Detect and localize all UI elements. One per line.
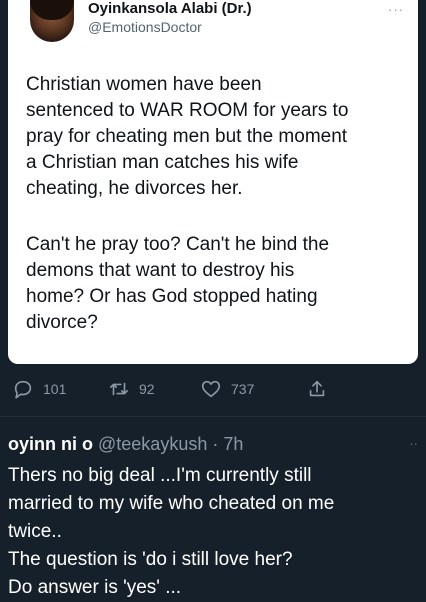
more-options-icon[interactable]: ··· xyxy=(388,2,404,17)
like-count: 737 xyxy=(231,381,255,397)
divider xyxy=(0,416,426,417)
reply-timestamp[interactable]: · 7h xyxy=(212,434,243,454)
retweet-icon xyxy=(109,382,129,396)
reply-icon xyxy=(14,380,32,399)
reply-text: Thers no big deal ...I'm currently still… xyxy=(8,465,335,598)
quoted-tweet-card[interactable]: Oyinkansola Alabi (Dr.) @EmotionsDoctor … xyxy=(8,0,418,364)
share-button[interactable] xyxy=(306,378,328,400)
reply-header: oyinn ni o @teekaykush · 7h xyxy=(8,434,243,455)
author-avatar[interactable] xyxy=(30,0,74,42)
reply-author-handle[interactable]: @teekaykush xyxy=(98,434,207,454)
reply-more-options-icon[interactable]: ·· xyxy=(409,436,418,451)
share-icon xyxy=(309,380,325,397)
author-handle[interactable]: @EmotionsDoctor xyxy=(88,19,202,35)
reply-button[interactable]: 101 xyxy=(12,378,66,400)
avatar-hair xyxy=(30,0,74,20)
like-button[interactable]: 737 xyxy=(200,378,254,400)
tweet-text-paragraph-1: Christian women have been sentenced to W… xyxy=(26,74,349,199)
tweet-text-paragraph-2: Can't he pray too? Can't he bind the dem… xyxy=(26,234,330,333)
reply-author-name[interactable]: oyinn ni o xyxy=(8,434,93,454)
retweet-count: 92 xyxy=(139,381,155,397)
retweet-button[interactable]: 92 xyxy=(108,378,155,400)
reply-count: 101 xyxy=(43,381,67,397)
tweet-action-bar: 101 92 737 xyxy=(0,372,426,406)
author-name[interactable]: Oyinkansola Alabi (Dr.) xyxy=(88,0,252,17)
heart-icon xyxy=(201,380,221,398)
